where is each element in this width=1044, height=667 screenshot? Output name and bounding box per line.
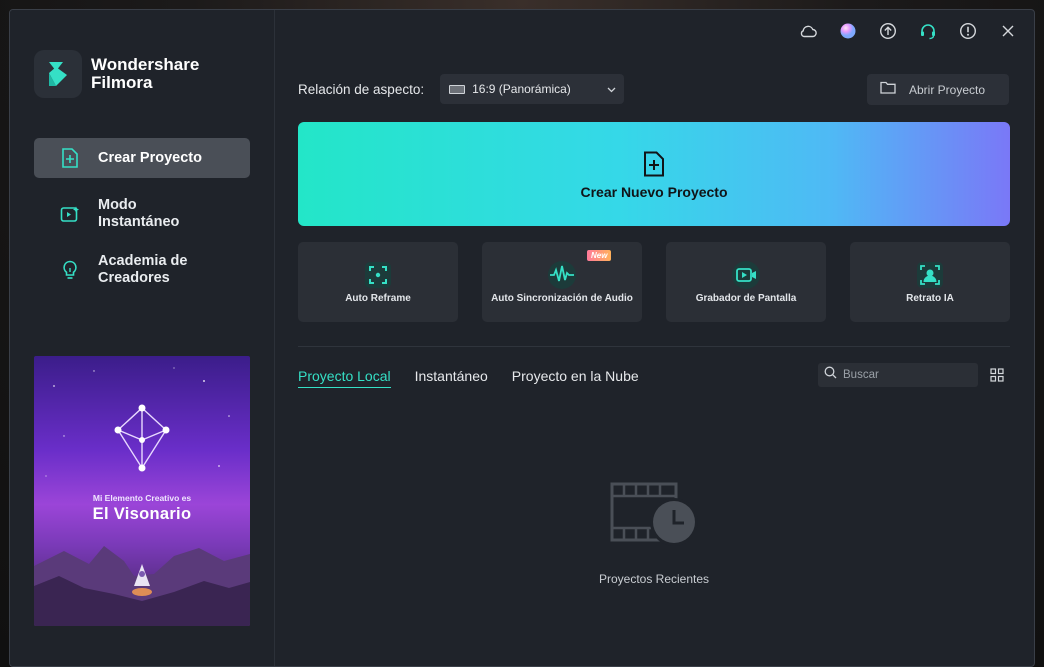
reframe-icon [362,259,394,291]
sidebar-item-academia-de-creadores[interactable]: Academia de Creadores [34,250,250,290]
app-logo: Wondershare Filmora [34,50,199,98]
tool-label: Grabador de Pantalla [695,293,797,304]
project-tabs: Proyecto Local Instantáneo Proyecto en l… [298,368,663,388]
promo-banner[interactable]: Mi Elemento Creativo es El Visonario [34,356,250,626]
title-bar-actions [788,16,1028,46]
upload-icon[interactable] [868,16,908,46]
new-badge: New [587,250,612,261]
folder-icon [880,81,896,99]
tool-auto-sincronizacion-audio[interactable]: New Auto Sincronización de Audio [482,242,642,322]
aspect-ratio-value: 16:9 (Panorámica) [472,82,571,96]
tool-retrato-ia[interactable]: Retrato IA [850,242,1010,322]
recent-projects-label: Proyectos Recientes [598,572,710,586]
search-box [818,363,978,387]
new-file-plus-icon [642,151,666,182]
sidebar-nav: Crear Proyecto Modo Instantáneo Academia… [34,138,250,306]
create-new-project-button[interactable]: Crear Nuevo Proyecto [298,122,1010,226]
sidebar-item-label: Academia de Creadores [98,253,188,286]
brand-line-2: Filmora [91,73,153,92]
open-project-button[interactable]: Abrir Proyecto [867,74,1009,105]
cloud-icon[interactable] [788,16,828,46]
chevron-down-icon [607,80,616,98]
tab-proyecto-en-la-nube[interactable]: Proyecto en la Nube [512,368,639,388]
aspect-ratio-row: Relación de aspecto: 16:9 (Panorámica) [298,74,625,104]
tool-grabador-de-pantalla[interactable]: Grabador de Pantalla [666,242,826,322]
avatar-icon[interactable] [828,16,868,46]
sidebar-item-modo-instantaneo[interactable]: Modo Instantáneo [34,194,250,234]
close-icon[interactable] [988,16,1028,46]
grid-view-icon[interactable] [990,368,1004,382]
sidebar-item-label: Crear Proyecto [98,149,202,166]
create-new-project-label: Crear Nuevo Proyecto [580,184,728,200]
aspect-ratio-dropdown[interactable]: 16:9 (Panorámica) [440,74,625,104]
tool-auto-reframe[interactable]: Auto Reframe [298,242,458,322]
promo-subtitle: Mi Elemento Creativo es [92,493,192,503]
section-divider [298,346,1010,347]
tool-label: Auto Sincronización de Audio [491,293,633,304]
sidebar-item-label: Modo Instantáneo [98,197,180,230]
aspect-ratio-label: Relación de aspecto: [298,81,425,97]
new-file-plus-icon [60,148,80,168]
search-input[interactable] [843,369,963,381]
tab-instantaneo[interactable]: Instantáneo [415,368,488,388]
widescreen-icon [449,84,466,94]
info-icon[interactable] [948,16,988,46]
tab-proyecto-local[interactable]: Proyecto Local [298,368,391,388]
quick-tools: Auto Reframe New Auto Sincronización de … [298,242,1010,322]
brand-line-1: Wondershare [91,55,200,74]
main-panel: Relación de aspecto: 16:9 (Panorámica) A… [276,10,1034,666]
open-project-label: Abrir Proyecto [909,82,986,97]
recent-projects-film-clock-icon [610,482,700,553]
headset-icon[interactable] [908,16,948,46]
app-window: Wondershare Filmora Crear Proyecto Modo … [9,9,1035,667]
sidebar: Wondershare Filmora Crear Proyecto Modo … [10,10,275,666]
tool-label: Retrato IA [906,293,954,304]
search-icon [824,366,837,384]
lightbulb-icon [60,260,80,280]
sidebar-item-crear-proyecto[interactable]: Crear Proyecto [34,138,250,178]
portrait-icon [914,259,946,291]
promo-terrain [34,546,250,626]
filmora-logo-icon [34,50,82,98]
screen-recorder-icon [730,259,762,291]
tool-label: Auto Reframe [345,293,411,304]
instant-mode-icon [60,204,80,224]
audio-wave-icon [546,259,578,291]
